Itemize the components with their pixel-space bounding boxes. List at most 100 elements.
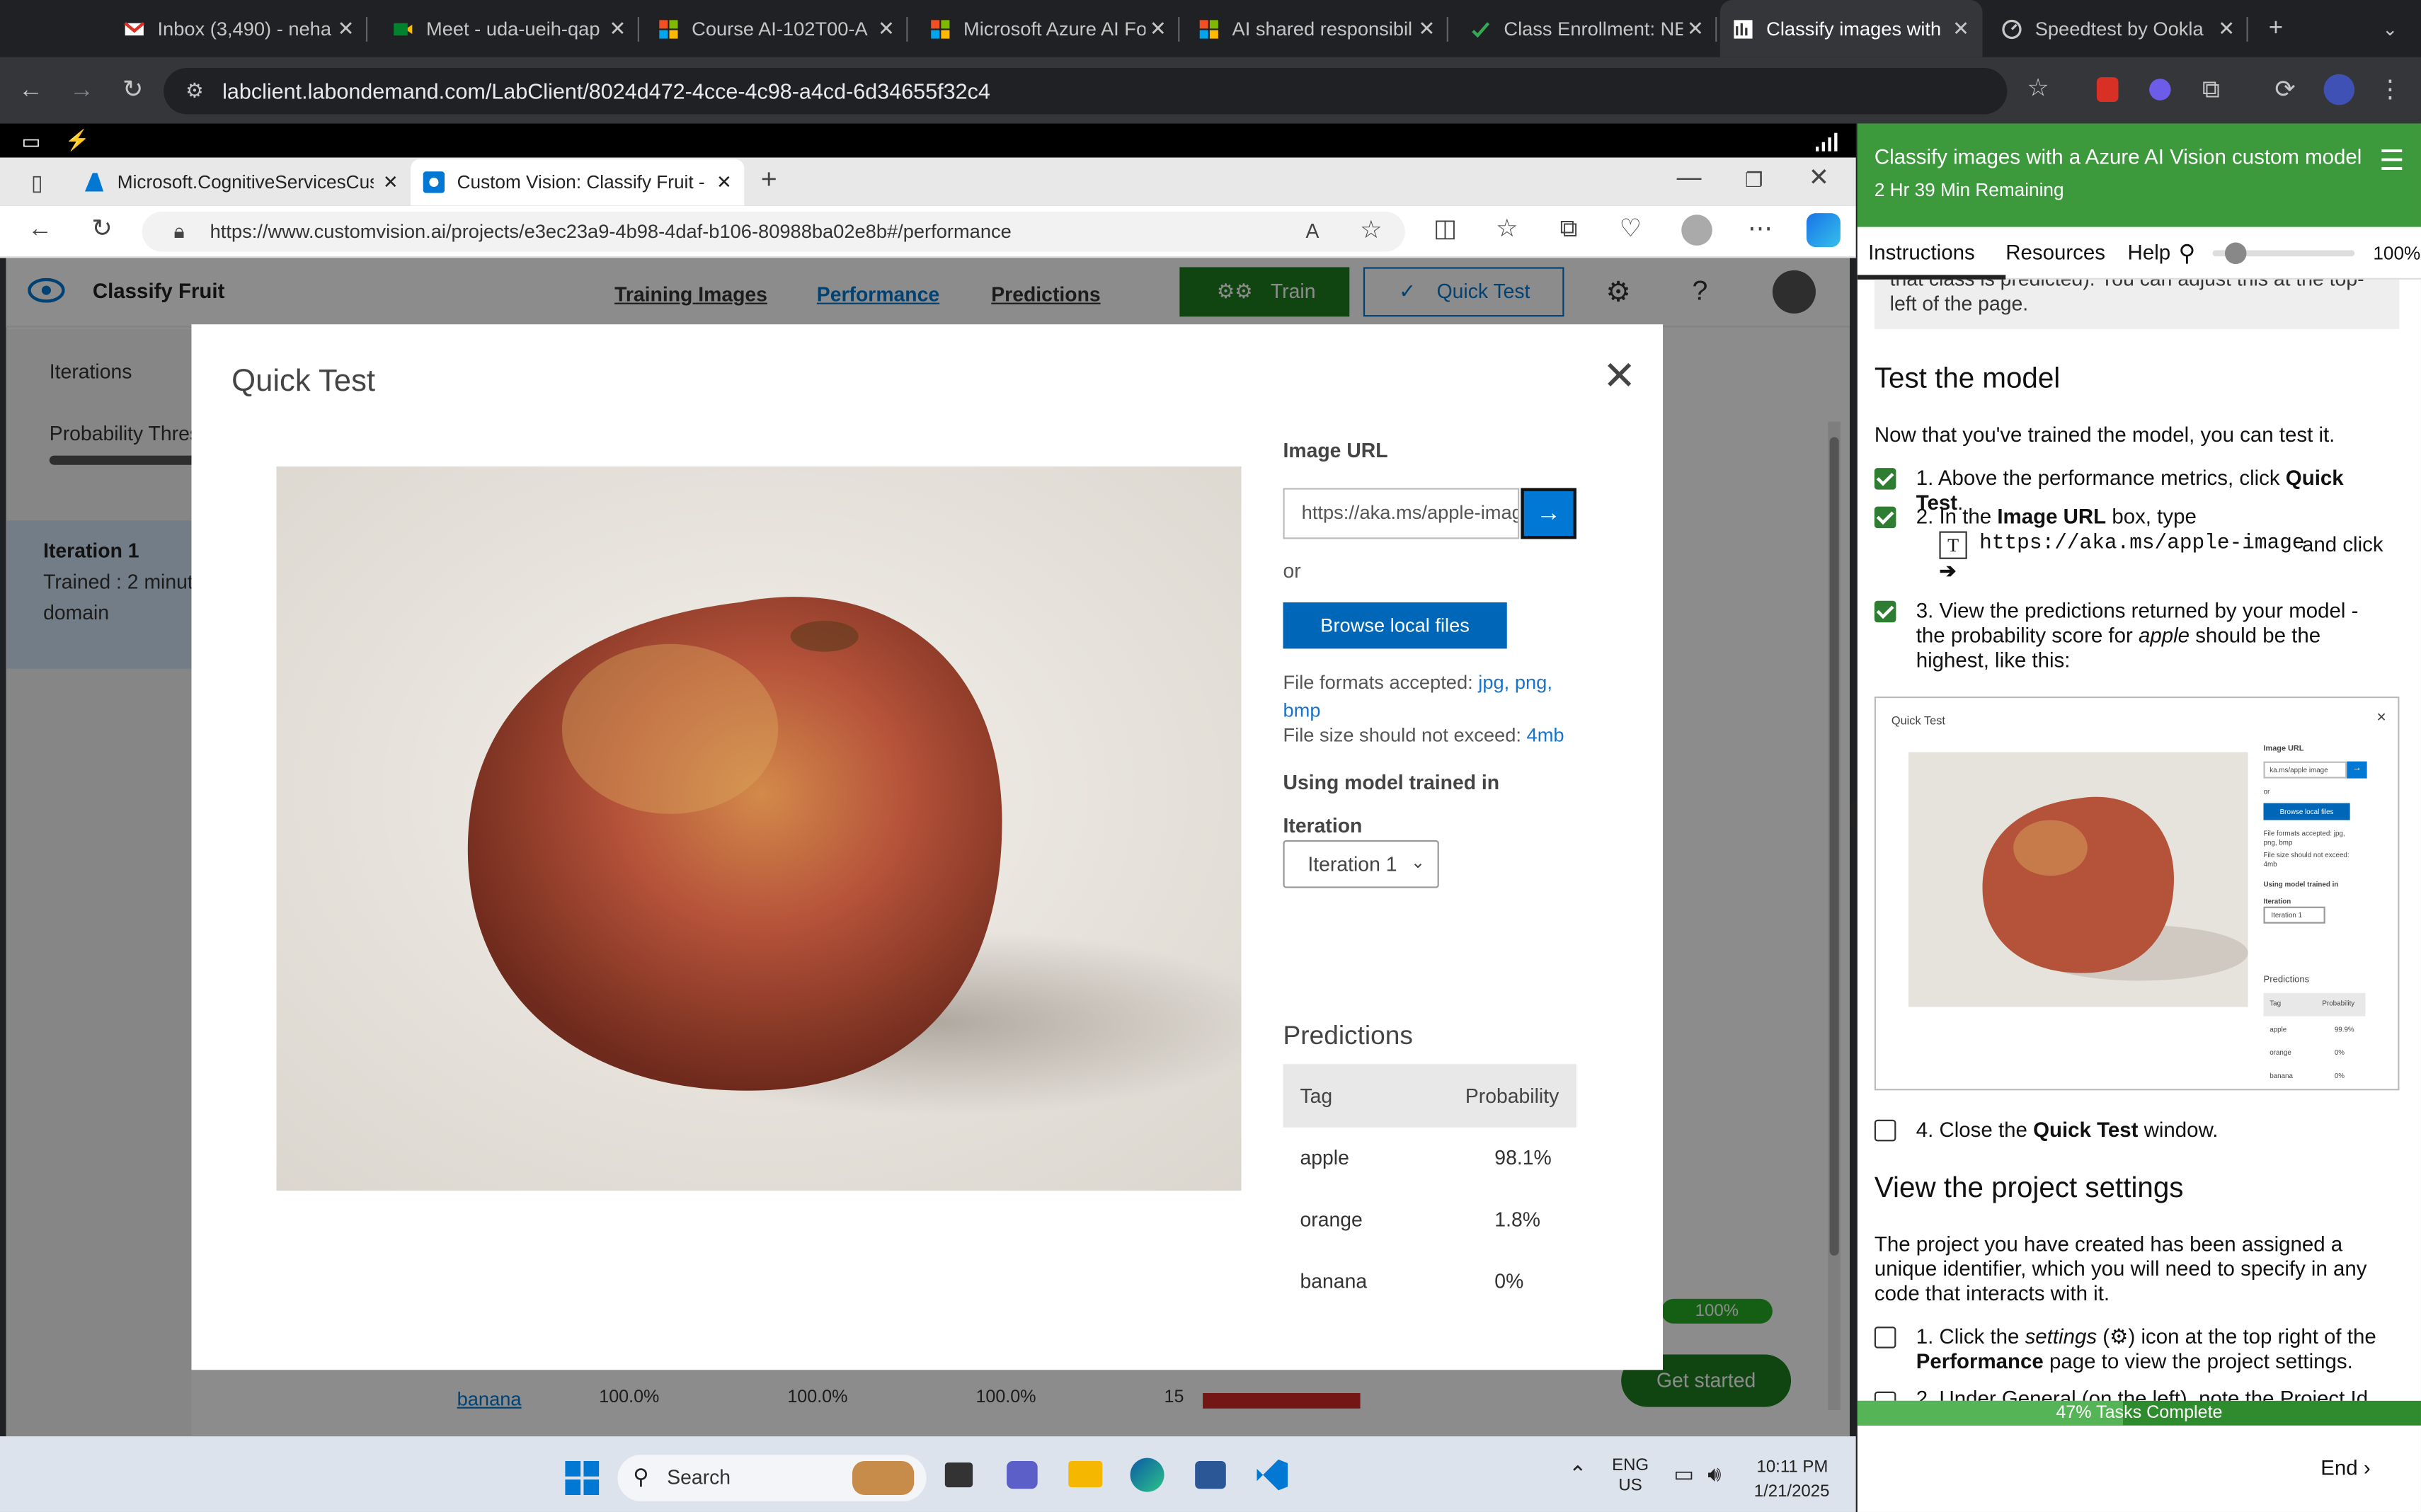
copilot-icon[interactable] xyxy=(1806,213,1841,248)
close-icon[interactable]: ✕ xyxy=(1949,16,1974,41)
image-url-input[interactable]: https://aka.ms/apple-image xyxy=(1283,488,1520,539)
edge-tab-cognitive[interactable]: Microsoft.CognitiveServicesCusto ✕ xyxy=(71,159,407,205)
zoom-slider[interactable] xyxy=(2212,242,2355,265)
extension-icon[interactable] xyxy=(2149,79,2171,101)
task-checkbox[interactable] xyxy=(1874,506,1896,529)
task-checkbox[interactable] xyxy=(1874,1391,1896,1401)
network-icon[interactable]: ▭ xyxy=(1673,1461,1694,1487)
task-checkbox[interactable] xyxy=(1874,600,1896,623)
extension-icon[interactable] xyxy=(2096,77,2119,102)
edge-url[interactable]: https://www.customvision.ai/projects/e3e… xyxy=(210,221,1012,243)
arrow-right-icon: ➔ xyxy=(1939,559,1957,583)
close-icon[interactable]: ✕ xyxy=(1414,16,1439,41)
zoom-search-icon[interactable]: ⚲ xyxy=(2179,239,2196,267)
lightning-icon[interactable]: ⚡ xyxy=(65,128,90,153)
reload-icon[interactable]: ↻ xyxy=(86,217,118,243)
code-apple-image[interactable]: https://aka.ms/apple-image xyxy=(1979,533,2304,556)
chevron-up-icon[interactable]: ⌃ xyxy=(1569,1461,1587,1487)
chrome-tab-meet[interactable]: Meet - uda-ueih-qap ✕ xyxy=(380,0,639,57)
bookmark-star-icon[interactable]: ☆ xyxy=(2022,76,2054,102)
forward-icon[interactable]: → xyxy=(67,78,98,103)
edge-tab-custom-vision[interactable]: Custom Vision: Classify Fruit - Pe ✕ xyxy=(411,159,745,206)
close-icon[interactable]: ✕ xyxy=(1145,16,1170,41)
task-checkbox[interactable] xyxy=(1874,1119,1896,1142)
chevron-down-icon: ⌄ xyxy=(1411,854,1426,873)
profile-avatar[interactable] xyxy=(1681,214,1712,246)
tab-resources[interactable]: Resources xyxy=(2005,241,2105,264)
end-button[interactable]: End › xyxy=(2320,1456,2370,1479)
task-view-icon[interactable] xyxy=(944,1462,973,1488)
taskbar-search[interactable]: ⚲ Search xyxy=(617,1455,927,1501)
task-checkbox[interactable] xyxy=(1874,1327,1896,1348)
task-checkbox[interactable] xyxy=(1874,468,1896,490)
edge-address-bar[interactable]: 🔒︎ https://www.customvision.ai/projects/… xyxy=(142,211,1405,252)
favorite-star-icon[interactable]: ☆ xyxy=(1356,219,1387,244)
back-icon[interactable]: ← xyxy=(16,78,47,103)
chrome-tab-classify-images[interactable]: Classify images with ✕ xyxy=(1719,0,1983,57)
zoom-slider-thumb[interactable] xyxy=(2224,242,2247,265)
vscode-icon[interactable] xyxy=(1257,1459,1288,1491)
read-aloud-icon[interactable]: A xyxy=(1297,219,1328,244)
type-text-icon[interactable]: T xyxy=(1939,531,1967,559)
browser-essentials-icon[interactable]: ♡ xyxy=(1615,217,1646,243)
close-icon[interactable]: ✕ xyxy=(605,16,630,41)
lab-tabs: Instructions Resources Help ⚲ 100% xyxy=(1857,227,2421,280)
close-window-icon[interactable]: ✕ xyxy=(1804,166,1835,192)
dialog-title: Quick Test xyxy=(231,364,376,399)
example-screenshot: Quick Test ✕ Image URL ka.ms/apple image… xyxy=(1874,696,2400,1091)
col-probability: Probability xyxy=(1465,1084,1559,1108)
collections-icon[interactable]: ⧉ xyxy=(1553,217,1584,243)
edge-icon[interactable] xyxy=(1130,1457,1164,1492)
language-indicator[interactable]: ENG US xyxy=(1612,1456,1649,1496)
clock[interactable]: 10:11 PM 1/21/2025 xyxy=(1754,1455,1830,1504)
extensions-puzzle-icon[interactable]: ⧉ xyxy=(2196,78,2227,103)
chrome-url[interactable]: labclient.labondemand.com/LabClient/8024… xyxy=(222,79,990,103)
windows-start-icon[interactable] xyxy=(565,1460,600,1495)
store-icon[interactable] xyxy=(1195,1460,1226,1489)
volume-icon[interactable]: 🔊︎ xyxy=(1707,1461,1721,1487)
profile-avatar[interactable] xyxy=(2323,74,2355,105)
new-tab-icon[interactable]: + xyxy=(2260,16,2291,42)
monitor-icon[interactable]: ▭ xyxy=(22,130,41,154)
tab-instructions[interactable]: Instructions xyxy=(1868,241,1975,264)
chrome-omnibox[interactable]: ⚙ labclient.labondemand.com/LabClient/80… xyxy=(164,67,2049,115)
sync-icon[interactable]: ⟳ xyxy=(2270,78,2301,103)
chrome-tab-class-enrollment[interactable]: Class Enrollment: NE ✕ xyxy=(1458,0,1717,57)
chrome-tab-ai-shared[interactable]: AI shared responsibil ✕ xyxy=(1186,0,1448,57)
table-row: apple 98.1% xyxy=(1300,1145,1552,1169)
teams-icon[interactable] xyxy=(1007,1460,1038,1489)
close-icon[interactable]: ✕ xyxy=(874,16,899,41)
tab-help[interactable]: Help xyxy=(2128,241,2171,264)
chrome-tab-course[interactable]: Course AI-102T00-A ✕ xyxy=(646,0,908,57)
tab-search-icon[interactable]: ⌄ xyxy=(2375,17,2406,42)
paragraph: Now that you've trained the model, you c… xyxy=(1874,423,2335,447)
favorites-icon[interactable]: ☆ xyxy=(1492,217,1523,243)
restore-icon[interactable]: ❐ xyxy=(1739,168,1770,193)
close-icon[interactable]: ✕ xyxy=(383,171,399,193)
file-explorer-icon[interactable] xyxy=(1068,1460,1103,1488)
split-screen-icon[interactable]: ◫ xyxy=(1430,217,1461,243)
chrome-tab-speedtest[interactable]: Speedtest by Ookla ✕ xyxy=(1988,0,2248,57)
custom-vision-icon xyxy=(423,171,445,193)
tab-actions-icon[interactable]: ▯ xyxy=(22,170,53,195)
browse-local-files-button[interactable]: Browse local files xyxy=(1283,602,1507,649)
minimize-icon[interactable]: — xyxy=(1673,166,1705,192)
chrome-tab-gmail[interactable]: Inbox (3,490) - neha ✕ xyxy=(111,0,368,57)
chrome-menu-icon[interactable]: ⋮ xyxy=(2375,78,2406,103)
close-icon[interactable]: ✕ xyxy=(1603,355,1637,396)
reload-icon[interactable]: ↻ xyxy=(118,78,149,103)
close-icon[interactable]: ✕ xyxy=(716,171,732,193)
close-icon[interactable]: ✕ xyxy=(1683,16,1707,41)
iteration-select[interactable]: Iteration 1 ⌄ xyxy=(1283,840,1439,888)
close-icon[interactable]: ✕ xyxy=(333,16,358,41)
meet-icon xyxy=(394,22,413,35)
search-highlight-icon xyxy=(852,1460,915,1495)
site-info-icon[interactable]: ⚙ xyxy=(179,79,210,103)
hamburger-menu-icon[interactable]: ☰ xyxy=(2379,145,2404,178)
chrome-tab-azure-ai[interactable]: Microsoft Azure AI Fo ✕ xyxy=(917,0,1180,57)
submit-url-button[interactable]: → xyxy=(1521,488,1576,539)
back-icon[interactable]: ← xyxy=(25,217,56,243)
more-icon[interactable]: ⋯ xyxy=(1745,217,1776,243)
close-icon[interactable]: ✕ xyxy=(2214,16,2239,41)
new-tab-icon[interactable]: + xyxy=(753,165,784,193)
